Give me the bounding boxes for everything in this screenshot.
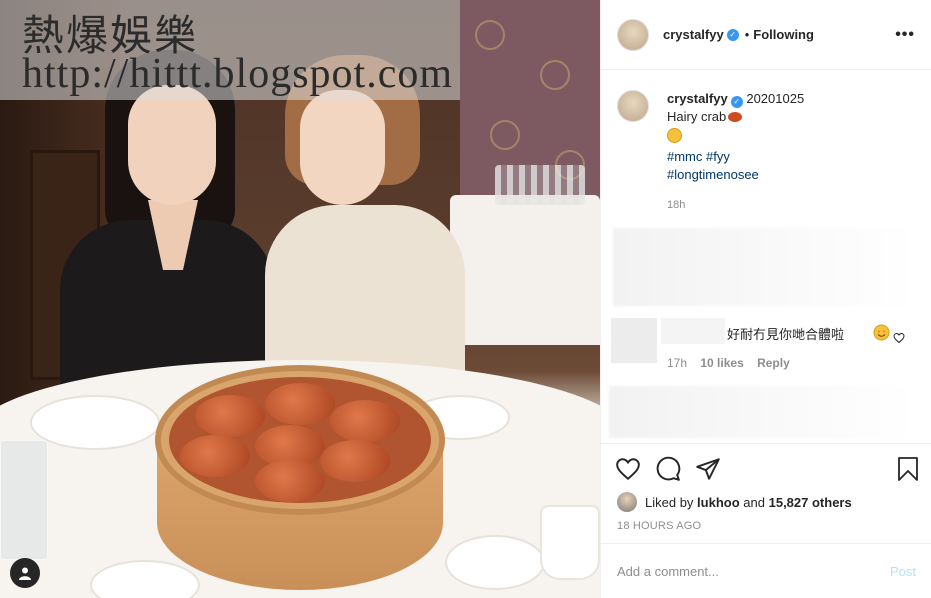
comment-text: 好耐冇見你哋合體啦 bbox=[727, 328, 845, 343]
like-comment-heart-icon[interactable] bbox=[893, 332, 905, 344]
photo-water-glass bbox=[0, 440, 48, 560]
liked-by-and: and bbox=[743, 494, 765, 510]
verified-badge-icon: ✓ bbox=[726, 28, 739, 41]
photo-person-right bbox=[265, 55, 465, 385]
caption-username[interactable]: crystalfyy bbox=[667, 91, 728, 106]
liked-by: Liked by lukhoo and 15,827 others bbox=[617, 492, 852, 512]
smile-emoji-icon bbox=[667, 128, 682, 143]
liked-by-prefix: Liked by bbox=[645, 494, 694, 510]
photo-plate bbox=[445, 535, 545, 590]
comment-username-blurred bbox=[661, 318, 725, 344]
tagged-people-button[interactable] bbox=[10, 558, 40, 588]
comment-avatar-blurred bbox=[611, 318, 657, 363]
crab-emoji-icon bbox=[728, 112, 743, 122]
liked-by-avatar[interactable] bbox=[617, 492, 637, 512]
post-actions: Liked by lukhoo and 15,827 others 18 HOU… bbox=[601, 443, 931, 543]
post-side-panel: crystalfyy ✓ • Following ••• crystalfyy ✓… bbox=[600, 0, 931, 598]
liked-by-others[interactable]: 15,827 others bbox=[769, 495, 852, 510]
photo-side-table bbox=[450, 195, 600, 345]
comment-time[interactable]: 17h bbox=[667, 356, 687, 370]
comment-bubble-icon[interactable] bbox=[655, 456, 681, 482]
photo-wine-glasses bbox=[495, 165, 585, 205]
caption-avatar[interactable] bbox=[617, 90, 649, 122]
verified-badge-icon: ✓ bbox=[730, 96, 743, 108]
comment-input[interactable] bbox=[617, 563, 890, 579]
photo-plate bbox=[30, 395, 160, 450]
liked-by-user[interactable]: lukhoo bbox=[697, 495, 740, 510]
comment-likes[interactable]: 10 likes bbox=[700, 356, 743, 370]
avatar[interactable] bbox=[617, 18, 649, 51]
photo-tea-cup bbox=[540, 505, 600, 580]
blurred-comment bbox=[613, 228, 915, 306]
user-icon bbox=[19, 567, 31, 580]
caption-date: 20201025 bbox=[746, 91, 805, 106]
blurred-comment bbox=[609, 386, 913, 438]
bookmark-icon[interactable] bbox=[896, 456, 920, 482]
more-options-icon[interactable]: ••• bbox=[895, 26, 915, 44]
following-button[interactable]: Following bbox=[753, 27, 814, 42]
hashtag-fyy[interactable]: #fyy bbox=[706, 149, 730, 164]
like-heart-icon[interactable] bbox=[615, 456, 641, 482]
heart-eyes-emoji-icon bbox=[873, 324, 890, 341]
separator-dot: • bbox=[744, 27, 750, 42]
post-header: crystalfyy ✓ • Following ••• bbox=[601, 0, 931, 70]
header-username[interactable]: crystalfyy bbox=[663, 27, 724, 42]
share-send-icon[interactable] bbox=[695, 456, 721, 482]
post-timestamp[interactable]: 18 HOURS AGO bbox=[617, 520, 701, 532]
caption-text: Hairy crab bbox=[667, 109, 727, 124]
add-comment-bar: Post bbox=[601, 543, 931, 598]
photo-crab-steamer bbox=[155, 365, 445, 590]
watermark-url: http://hittt.blogspot.com bbox=[22, 51, 454, 97]
caption: crystalfyy ✓ 20201025 Hairy crab #mmc #fy… bbox=[617, 90, 917, 214]
caption-time[interactable]: 18h bbox=[667, 196, 917, 214]
comment-reply-button[interactable]: Reply bbox=[757, 356, 790, 370]
hashtag-mmc[interactable]: #mmc bbox=[667, 149, 702, 164]
hashtag-longtimenosee[interactable]: #longtimenosee bbox=[667, 167, 759, 182]
post-button[interactable]: Post bbox=[890, 564, 916, 579]
post-photo[interactable]: 熱爆娛樂 http://hittt.blogspot.com bbox=[0, 0, 600, 598]
